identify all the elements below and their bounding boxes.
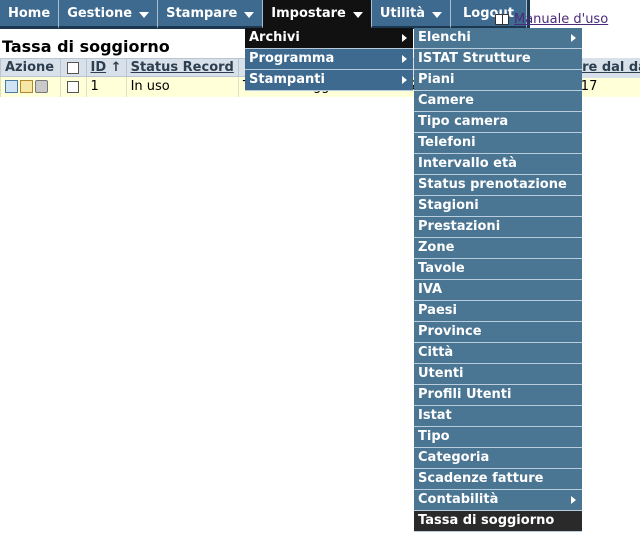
cell-status: In uso — [125, 76, 239, 97]
menu-item-contabilita[interactable]: Contabilità — [414, 490, 582, 511]
menu-item-intervallo-eta[interactable]: Intervallo età — [414, 154, 582, 175]
caret-down-icon — [352, 12, 363, 18]
sort-asc-icon: ↑ — [110, 60, 122, 75]
view-icon[interactable] — [5, 80, 18, 94]
menu-item-tipo-camera[interactable]: Tipo camera — [414, 112, 582, 133]
menu-item-tipo[interactable]: Tipo — [414, 427, 582, 448]
book-icon — [495, 14, 509, 25]
menu-item-iva[interactable]: IVA — [414, 280, 582, 301]
menu-item-label: ISTAT Strutture — [418, 51, 531, 66]
menu-item-status-prenotazione[interactable]: Status prenotazione — [414, 175, 582, 196]
menu-item-zone[interactable]: Zone — [414, 238, 582, 259]
nav-home[interactable]: Home — [0, 0, 60, 29]
manual-link-container: Manuale d'uso — [495, 12, 608, 27]
delete-icon[interactable] — [35, 80, 48, 94]
cell-id: 1 — [85, 76, 127, 97]
header-id[interactable]: ID ↑ — [85, 58, 127, 77]
row-actions — [0, 76, 61, 97]
menu-item-label: Profili Utenti — [418, 387, 512, 402]
menu-item-label: Programma — [249, 51, 335, 66]
menu-item-label: Zone — [418, 240, 455, 255]
nav-gestione-label: Gestione — [67, 5, 133, 21]
menu-impostare: Archivi Programma Stampanti — [245, 28, 413, 91]
row-checkbox[interactable] — [67, 80, 80, 93]
caret-down-icon — [432, 12, 443, 18]
menu-item-label: Tipo camera — [418, 114, 509, 129]
nav-impostare-label: Impostare — [271, 5, 346, 21]
nav-stampare-label: Stampare — [166, 5, 238, 21]
menu-item-label: Città — [418, 345, 454, 360]
select-all-checkbox[interactable] — [67, 61, 80, 74]
menu-item-label: Prestazioni — [418, 219, 501, 234]
menu-item-label: Tassa di soggiorno — [418, 513, 555, 528]
menu-item-label: Archivi — [249, 30, 300, 45]
page-title: Tassa di soggiorno — [2, 37, 170, 56]
menu-item-label: Tipo — [418, 429, 450, 444]
menu-item-stampanti[interactable]: Stampanti — [245, 70, 413, 91]
menu-item-label: Paesi — [418, 303, 457, 318]
main-navbar: Home Gestione Stampare Impostare Utilità… — [0, 0, 530, 29]
header-status[interactable]: Status Record — [125, 58, 239, 77]
sort-status-link[interactable]: Status Record — [131, 60, 234, 75]
menu-item-label: Status prenotazione — [418, 177, 567, 192]
chevron-right-icon — [402, 34, 407, 42]
menu-item-elenchi[interactable]: Elenchi — [414, 28, 582, 49]
menu-item-label: Telefoni — [418, 135, 476, 150]
nav-utilita[interactable]: Utilità — [371, 0, 452, 29]
caret-down-icon — [244, 12, 255, 18]
nav-utilita-label: Utilità — [379, 5, 426, 21]
menu-item-piani[interactable]: Piani — [414, 70, 582, 91]
menu-item-tavole[interactable]: Tavole — [414, 259, 582, 280]
menu-item-istat[interactable]: Istat — [414, 406, 582, 427]
menu-item-istat-strutture[interactable]: ISTAT Strutture — [414, 49, 582, 70]
menu-item-label: Stampanti — [249, 72, 325, 87]
menu-item-label: Stagioni — [418, 198, 479, 213]
menu-item-label: Contabilità — [418, 492, 499, 507]
menu-item-paesi[interactable]: Paesi — [414, 301, 582, 322]
menu-item-programma[interactable]: Programma — [245, 49, 413, 70]
chevron-right-icon — [402, 76, 407, 84]
menu-item-citta[interactable]: Città — [414, 343, 582, 364]
menu-item-label: Utenti — [418, 366, 464, 381]
menu-item-label: Categoria — [418, 450, 490, 465]
menu-item-stagioni[interactable]: Stagioni — [414, 196, 582, 217]
menu-item-label: Elenchi — [418, 30, 471, 45]
menu-item-label: Province — [418, 324, 482, 339]
menu-item-label: Piani — [418, 72, 455, 87]
nav-stampare[interactable]: Stampare — [158, 0, 264, 29]
chevron-right-icon — [402, 55, 407, 63]
nav-gestione[interactable]: Gestione — [59, 0, 159, 29]
menu-item-tassa-di-soggiorno[interactable]: Tassa di soggiorno — [414, 511, 582, 532]
menu-item-label: Intervallo età — [418, 156, 517, 171]
edit-icon[interactable] — [20, 80, 33, 94]
menu-item-label: Istat — [418, 408, 452, 423]
menu-item-telefoni[interactable]: Telefoni — [414, 133, 582, 154]
menu-item-profili-utenti[interactable]: Profili Utenti — [414, 385, 582, 406]
sort-id-link[interactable]: ID — [91, 60, 107, 75]
menu-item-label: IVA — [418, 282, 443, 297]
chevron-right-icon — [571, 496, 576, 504]
caret-down-icon — [139, 12, 150, 18]
manual-link[interactable]: Manuale d'uso — [514, 12, 608, 27]
chevron-right-icon — [571, 34, 576, 42]
nav-home-label: Home — [8, 5, 51, 21]
menu-item-prestazioni[interactable]: Prestazioni — [414, 217, 582, 238]
header-select-all — [59, 58, 87, 77]
menu-item-categoria[interactable]: Categoria — [414, 448, 582, 469]
menu-item-label: Scadenze fatture — [418, 471, 544, 486]
menu-item-scadenze-fatture[interactable]: Scadenze fatture — [414, 469, 582, 490]
row-select — [59, 76, 86, 97]
nav-impostare[interactable]: Impostare — [263, 0, 372, 29]
menu-item-utenti[interactable]: Utenti — [414, 364, 582, 385]
menu-item-archivi[interactable]: Archivi — [245, 28, 413, 49]
menu-item-camere[interactable]: Camere — [414, 91, 582, 112]
menu-archivi: Elenchi ISTAT Strutture Piani Camere Tip… — [414, 28, 582, 532]
menu-item-label: Camere — [418, 93, 474, 108]
menu-item-province[interactable]: Province — [414, 322, 582, 343]
header-azione: Azione — [0, 58, 61, 77]
menu-item-label: Tavole — [418, 261, 465, 276]
